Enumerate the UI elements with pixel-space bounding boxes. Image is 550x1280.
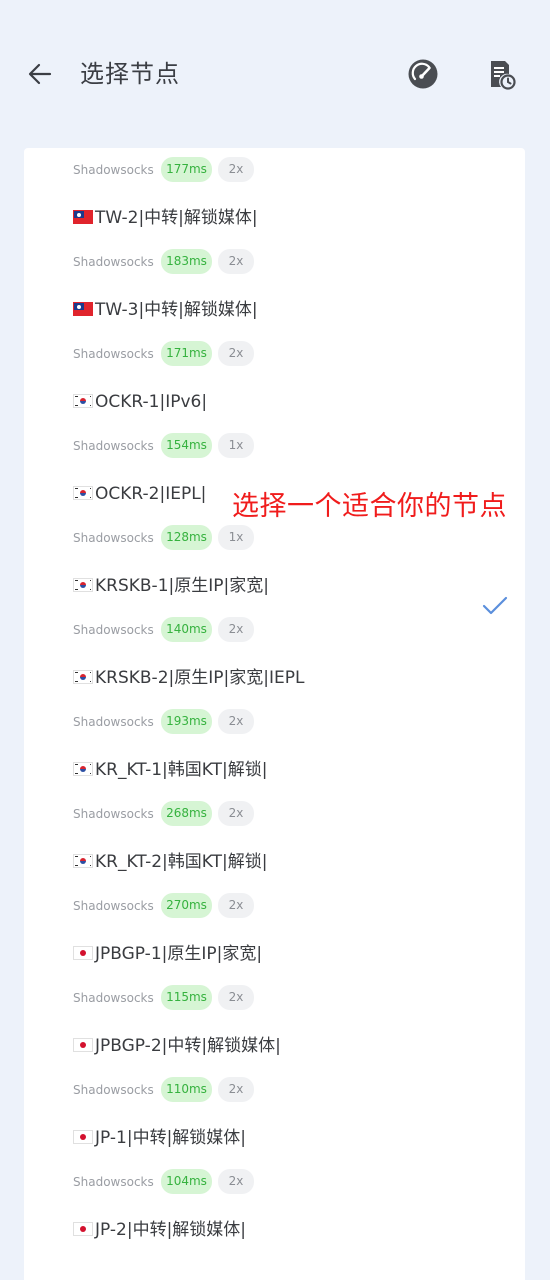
kr-flag-icon <box>73 670 93 684</box>
tw-flag-icon <box>73 302 93 316</box>
config-update-button[interactable] <box>482 54 522 94</box>
node-item[interactable]: TW-3|中转|解锁媒体| Shadowsocks 171ms 2x <box>24 250 525 366</box>
app-header: 选择节点 <box>0 0 550 148</box>
kr-flag-icon <box>73 394 93 408</box>
node-name: TW-3|中转|解锁媒体| <box>73 298 258 322</box>
node-name-label: KRSKB-1|原生IP|家宽| <box>95 576 269 596</box>
jp-flag-icon <box>73 1130 93 1144</box>
node-item[interactable]: OCKR-1|IPv6| Shadowsocks 154ms 1x <box>24 342 525 458</box>
node-name: JP-2|中转|解锁媒体| <box>73 1218 246 1242</box>
node-name: OCKR-1|IPv6| <box>73 390 207 414</box>
node-name-label: JP-2|中转|解锁媒体| <box>95 1220 247 1240</box>
kr-flag-icon <box>73 854 93 868</box>
node-name-label: KR_KT-2|韩国KT|解锁| <box>95 852 268 872</box>
node-item[interactable]: KRSKB-2|原生IP|家宽|IEPL Shadowsocks 193ms 2x <box>24 618 525 734</box>
node-item[interactable]: KR_KT-1|韩国KT|解锁| Shadowsocks 268ms 2x <box>24 710 525 826</box>
node-name-label: JP-1|中转|解锁媒体| <box>95 1128 247 1148</box>
node-name: JP-1|中转|解锁媒体| <box>73 1126 246 1150</box>
node-name-label: KR_KT-1|韩国KT|解锁| <box>95 760 268 780</box>
node-list: TW-1|中转|解锁媒体|Shadowsocks177ms2xTW-2|中转|解… <box>24 148 525 1262</box>
kr-flag-icon <box>73 762 93 776</box>
node-name-label: JPBGP-1|原生IP|家宽| <box>95 944 263 964</box>
node-name: JPBGP-2|中转|解锁媒体| <box>73 1034 281 1058</box>
annotation-text: 选择一个适合你的节点 <box>232 491 507 522</box>
speedometer-icon <box>408 59 438 89</box>
node-name: OCKR-2|IEPL| <box>73 482 206 506</box>
node-name: KRSKB-2|原生IP|家宽|IEPL <box>73 666 304 690</box>
tw-flag-icon <box>73 210 93 224</box>
node-item[interactable]: JP-2|中转|解锁媒体| <box>24 1170 525 1262</box>
node-item[interactable]: KRSKB-1|原生IP|家宽| Shadowsocks 140ms 2x <box>24 526 525 642</box>
node-name: KR_KT-2|韩国KT|解锁| <box>73 850 267 874</box>
node-name-label: KRSKB-2|原生IP|家宽|IEPL <box>95 668 305 688</box>
node-item[interactable]: JPBGP-1|原生IP|家宽| Shadowsocks 115ms 2x <box>24 894 525 1010</box>
kr-flag-icon <box>73 486 93 500</box>
speed-test-button[interactable] <box>403 54 443 94</box>
back-button[interactable] <box>20 54 60 94</box>
node-item[interactable]: TW-2|中转|解锁媒体| Shadowsocks 183ms 2x <box>24 158 525 274</box>
node-item[interactable]: JP-1|中转|解锁媒体| Shadowsocks 104ms 2x <box>24 1078 525 1194</box>
node-name-label: OCKR-1|IPv6| <box>95 392 208 412</box>
kr-flag-icon <box>73 578 93 592</box>
node-name-label: TW-3|中转|解锁媒体| <box>95 300 258 320</box>
node-name-label: OCKR-2|IEPL| <box>95 484 207 504</box>
node-item[interactable]: KR_KT-2|韩国KT|解锁| Shadowsocks 270ms 2x <box>24 802 525 918</box>
node-item[interactable]: JPBGP-2|中转|解锁媒体| Shadowsocks 110ms 2x <box>24 986 525 1102</box>
node-name-label: TW-2|中转|解锁媒体| <box>95 208 258 228</box>
arrow-left-icon <box>28 63 52 85</box>
node-item[interactable]: TW-1|中转|解锁媒体|Shadowsocks177ms2x <box>24 148 525 182</box>
node-name: KR_KT-1|韩国KT|解锁| <box>73 758 267 782</box>
jp-flag-icon <box>73 1222 93 1236</box>
jp-flag-icon <box>73 1038 93 1052</box>
jp-flag-icon <box>73 946 93 960</box>
node-name: JPBGP-1|原生IP|家宽| <box>73 942 262 966</box>
node-name-label: JPBGP-2|中转|解锁媒体| <box>95 1036 281 1056</box>
check-icon <box>482 596 508 615</box>
node-list-card: TW-1|中转|解锁媒体|Shadowsocks177ms2xTW-2|中转|解… <box>24 148 525 1280</box>
node-name: TW-2|中转|解锁媒体| <box>73 206 258 230</box>
page-title: 选择节点 <box>80 60 180 88</box>
document-refresh-icon <box>491 61 516 90</box>
node-name: KRSKB-1|原生IP|家宽| <box>73 574 269 598</box>
